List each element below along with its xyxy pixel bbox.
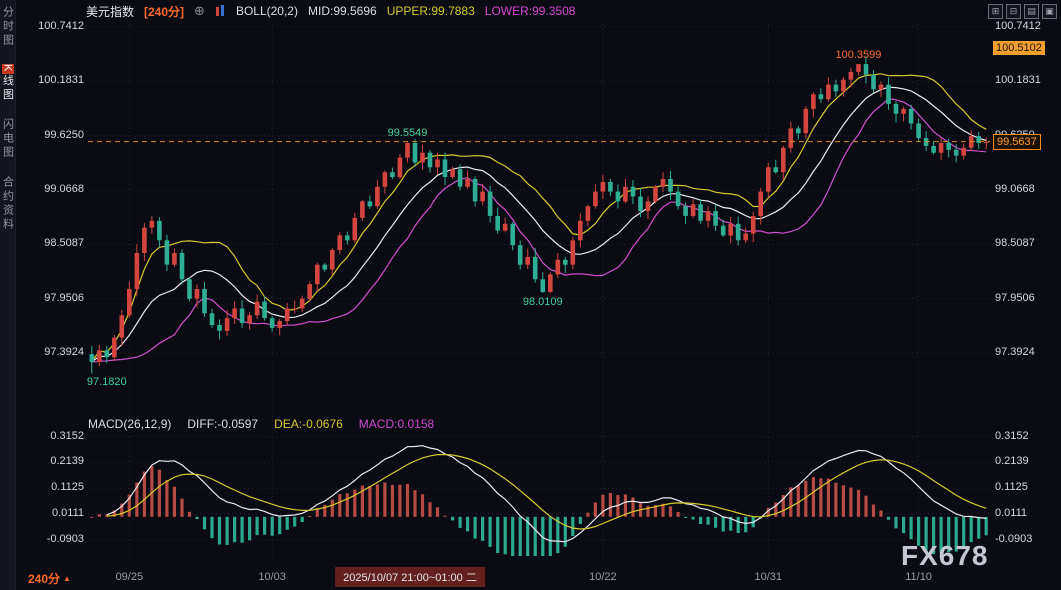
price-tick-label: 100.7412 <box>995 20 1041 32</box>
sidebar-item-lightning-chart[interactable]: 闪电图 <box>0 118 16 160</box>
gridlines <box>88 24 990 558</box>
list-window-icon[interactable]: ▤ <box>1024 4 1039 19</box>
price-annotation: 100.3599 <box>836 49 882 61</box>
macd-tick-label: 0.3152 <box>30 430 84 442</box>
k-line-window-icon[interactable]: ⊞ <box>988 4 1003 19</box>
price-tick-label: 100.1831 <box>995 74 1041 86</box>
macd-histogram <box>90 466 988 556</box>
price-tick-label: 97.9506 <box>995 292 1035 304</box>
boll-upper-value: UPPER:99.7883 <box>387 4 475 18</box>
price-tick-label: 100.1831 <box>30 74 84 86</box>
macd-tick-label: -0.0903 <box>995 533 1032 545</box>
period-selector[interactable]: 240分 ▲ <box>28 570 71 587</box>
macd-dea-value: DEA:-0.0676 <box>274 417 343 431</box>
selected-time-range: 2025/10/07 21:00~01:00 二 <box>335 567 485 587</box>
zoom-in-icon[interactable]: ⊕ <box>194 3 205 19</box>
symbol-name: 美元指数 <box>86 3 134 20</box>
macd-lines <box>107 446 986 542</box>
price-tick-label: 98.5087 <box>995 237 1035 249</box>
candles-layer <box>90 56 989 373</box>
brand-watermark: FX678 <box>901 540 989 572</box>
price-annotation: 99.5549 <box>388 127 428 139</box>
macd-indicator-header: MACD(26,12,9) DIFF:-0.0597 DEA:-0.0676 M… <box>88 417 434 431</box>
split-window-icon[interactable]: ⊟ <box>1006 4 1021 19</box>
time-axis-label: 09/25 <box>116 571 144 583</box>
sidebar-item-contract-info[interactable]: 合约资料 <box>0 176 16 232</box>
time-axis-label: 11/10 <box>905 571 932 583</box>
popup-window-icon[interactable]: ▣ <box>1042 4 1057 19</box>
period-label[interactable]: [240分] <box>144 3 184 20</box>
boll-indicator-label[interactable]: BOLL(20,2) <box>236 4 298 18</box>
price-tick-label: 99.0668 <box>30 183 84 195</box>
macd-tick-label: 0.2139 <box>30 455 84 467</box>
macd-hist-value: MACD:0.0158 <box>359 417 434 431</box>
time-axis-label: 10/03 <box>258 571 286 583</box>
macd-tick-label: 0.2139 <box>995 455 1029 467</box>
sidebar-item-kline-chart[interactable]: K线图 <box>0 64 16 102</box>
price-tick-label: 99.0668 <box>995 183 1035 195</box>
price-annotation: 97.1820 <box>87 376 127 388</box>
period-selector-label: 240分 <box>28 570 60 587</box>
current-price-box: 99.5637 <box>993 134 1041 150</box>
macd-tick-label: -0.0903 <box>30 533 84 545</box>
macd-tick-label: 0.3152 <box>995 430 1029 442</box>
boll-lower-value: LOWER:99.3508 <box>485 4 576 18</box>
period-high-marker: 100.5102 <box>993 41 1045 55</box>
time-axis-label: 10/22 <box>589 571 617 583</box>
chart-header: 美元指数 [240分] ⊕ BOLL(20,2) MID:99.5696 UPP… <box>86 0 575 22</box>
candlestick-icon <box>215 5 226 18</box>
price-tick-label: 99.6250 <box>30 129 84 141</box>
arrow-up-icon: ▲ <box>63 574 71 583</box>
macd-tick-label: 0.1125 <box>995 481 1028 493</box>
window-layout-icons: ⊞ ⊟ ▤ ▣ <box>988 4 1057 19</box>
macd-tick-label: 0.0111 <box>995 507 1027 519</box>
price-tick-label: 97.3924 <box>30 346 84 358</box>
price-tick-label: 98.5087 <box>30 237 84 249</box>
price-tick-label: 97.3924 <box>995 346 1035 358</box>
chart-type-sidebar: 分时图 K线图 闪电图 合约资料 <box>0 0 16 590</box>
trading-chart-window: 美元指数 [240分] ⊕ BOLL(20,2) MID:99.5696 UPP… <box>0 0 1061 590</box>
macd-diff-value: DIFF:-0.0597 <box>187 417 258 431</box>
time-axis-label: 10/31 <box>754 571 782 583</box>
macd-tick-label: 0.1125 <box>30 481 84 493</box>
price-annotation: 98.0109 <box>523 296 563 308</box>
sidebar-item-time-chart[interactable]: 分时图 <box>0 6 16 48</box>
macd-tick-label: 0.0111 <box>30 507 84 519</box>
price-tick-label: 100.7412 <box>30 20 84 32</box>
macd-label[interactable]: MACD(26,12,9) <box>88 417 171 431</box>
boll-mid-value: MID:99.5696 <box>308 4 377 18</box>
price-tick-label: 97.9506 <box>30 292 84 304</box>
